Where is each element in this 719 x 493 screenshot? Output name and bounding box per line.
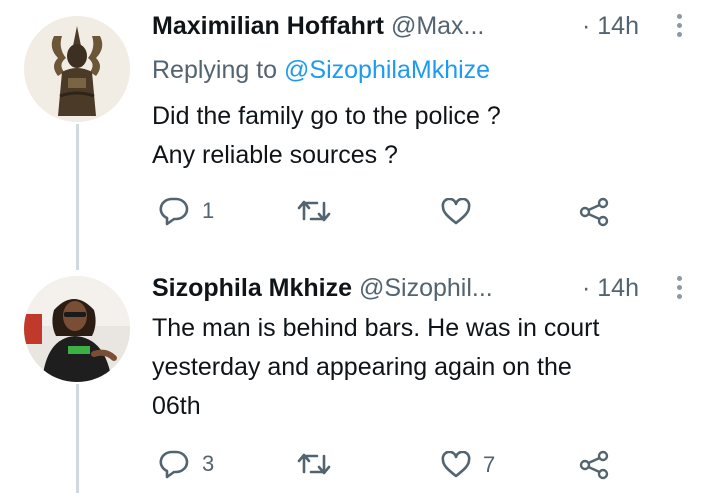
more-icon[interactable]	[677, 14, 683, 41]
like-button[interactable]: 7	[441, 451, 495, 479]
tweet-text: Did the family go to the police ? Any re…	[152, 97, 501, 175]
tweet-text-line: yesterday and appearing again on the	[152, 353, 572, 381]
statue-avatar-image	[24, 16, 130, 122]
reply-button[interactable]: 1	[158, 196, 214, 226]
heart-icon	[441, 198, 471, 225]
tweet-text-line: Did the family go to the police ?	[152, 102, 501, 130]
replying-to: Replying to @SizophilaMkhize	[152, 56, 490, 85]
retweet-icon	[297, 200, 331, 222]
reply-icon	[159, 197, 189, 226]
timestamp[interactable]: · 14h	[582, 274, 639, 303]
avatar[interactable]	[24, 16, 130, 122]
author-name[interactable]: Maximilian Hoffahrt	[152, 12, 384, 40]
retweet-button[interactable]	[296, 197, 344, 225]
avatar[interactable]	[24, 276, 130, 382]
replying-prefix: Replying to	[152, 56, 278, 84]
share-icon	[579, 197, 609, 227]
reply-button[interactable]: 3	[158, 449, 214, 479]
timestamp[interactable]: · 14h	[582, 12, 639, 41]
tweet-sizophila[interactable]: Sizophila Mkhize @Sizophil... · 14h The …	[0, 262, 719, 493]
share-button[interactable]	[578, 449, 610, 481]
tweet-text-line: Any reliable sources ?	[152, 141, 398, 169]
like-button[interactable]	[441, 198, 483, 226]
retweet-icon	[297, 453, 331, 475]
tweet-maximilian[interactable]: Maximilian Hoffahrt @Max... · 14h Replyi…	[0, 0, 719, 270]
reply-count: 3	[202, 451, 215, 476]
author-name[interactable]: Sizophila Mkhize	[152, 274, 352, 302]
author-handle[interactable]: @Sizophil...	[359, 274, 493, 302]
heart-icon	[441, 451, 471, 478]
mention-link[interactable]: @SizophilaMkhize	[284, 56, 490, 84]
like-count: 7	[483, 452, 496, 477]
person-avatar-image	[24, 276, 130, 382]
tweet-text-line: The man is behind bars. He was in court	[152, 314, 600, 342]
retweet-button[interactable]	[296, 450, 344, 478]
tweet-header: Maximilian Hoffahrt @Max...	[152, 12, 484, 41]
tweet-header: Sizophila Mkhize @Sizophil...	[152, 274, 493, 303]
thread-line	[76, 384, 79, 493]
more-icon[interactable]	[677, 276, 683, 303]
reply-icon	[159, 450, 189, 479]
reply-count: 1	[202, 198, 215, 223]
tweet-text-line: 06th	[152, 392, 201, 420]
share-button[interactable]	[578, 196, 610, 228]
author-handle[interactable]: @Max...	[391, 12, 484, 40]
thread-line	[76, 124, 79, 270]
share-icon	[579, 450, 609, 480]
tweet-text: The man is behind bars. He was in court …	[152, 309, 599, 426]
